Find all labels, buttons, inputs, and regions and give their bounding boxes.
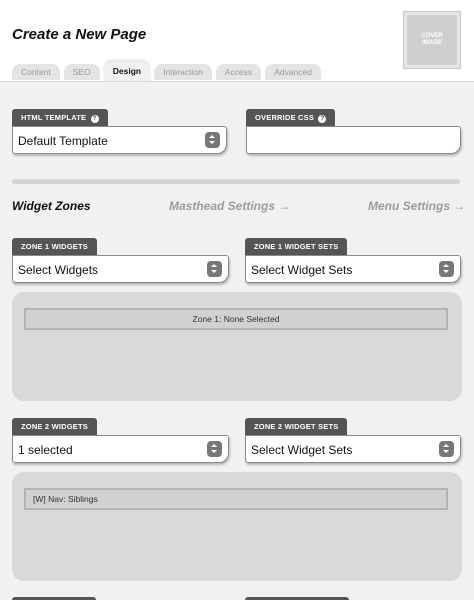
zone2-widget-sets-value: Select Widget Sets [251,443,353,457]
html-template-value: Default Template [18,134,108,148]
section-divider [12,179,460,184]
zone1-widget-sets-select[interactable]: Select Widget Sets [245,255,461,283]
zone2-widget-sets-label: ZONE 2 WIDGET SETS [245,418,348,435]
widget-zones-title: Widget Zones [12,199,91,213]
zone2-widgets-value: 1 selected [18,443,73,457]
zone2-widget-sets-select[interactable]: Select Widget Sets [245,435,461,463]
select-arrows-icon [205,132,220,148]
tab-access[interactable]: Access [215,64,262,80]
cover-image-label-line1: COVER [421,33,443,39]
html-template-label-text: HTML TEMPLATE [21,113,87,122]
zone2-panel: [W] Nav: Siblings [12,472,462,581]
zone1-widgets-value: Select Widgets [18,263,99,277]
tab-bar: Content SEO Design Interaction Access Ad… [12,62,321,82]
cover-image-label-line2: IMAGE [422,40,442,46]
zone1-panel: Zone 1: None Selected [12,292,462,401]
masthead-settings-link[interactable]: Masthead Settings → [169,199,290,213]
select-arrows-icon [207,261,222,277]
html-template-label: HTML TEMPLATE ? [12,109,108,126]
question-circle-icon[interactable]: ? [318,115,327,123]
tab-content[interactable]: Content [12,64,60,80]
page-header: Create a New Page Content SEO Design Int… [0,0,474,82]
override-css-label-text: OVERRIDE CSS [255,113,315,122]
page-title: Create a New Page [12,26,147,43]
select-arrows-icon [207,441,222,457]
tab-design[interactable]: Design [103,62,151,81]
override-css-input[interactable] [246,126,461,154]
zone2-widgets-label: ZONE 2 WIDGETS [12,418,97,435]
zone2-widgets-select[interactable]: 1 selected [12,435,229,463]
zone1-widget-sets-value: Select Widget Sets [251,263,353,277]
html-template-select[interactable]: Default Template [12,126,227,154]
cover-image-button[interactable]: COVER IMAGE [404,12,460,68]
zone1-widget-sets-label: ZONE 1 WIDGET SETS [245,238,348,255]
menu-settings-link[interactable]: Menu Settings → [368,199,465,213]
zone2-widget-item[interactable]: [W] Nav: Siblings [24,488,448,510]
zone1-summary: Zone 1: None Selected [24,308,448,330]
zone1-widgets-select[interactable]: Select Widgets [12,255,229,283]
zone1-widgets-label: ZONE 1 WIDGETS [12,238,97,255]
select-arrows-icon [439,261,454,277]
tab-seo[interactable]: SEO [63,64,100,80]
question-circle-icon[interactable]: ? [90,115,99,123]
tab-interaction[interactable]: Interaction [154,64,212,80]
override-css-label: OVERRIDE CSS ? [246,109,336,126]
select-arrows-icon [439,441,454,457]
tab-advanced[interactable]: Advanced [265,64,321,80]
